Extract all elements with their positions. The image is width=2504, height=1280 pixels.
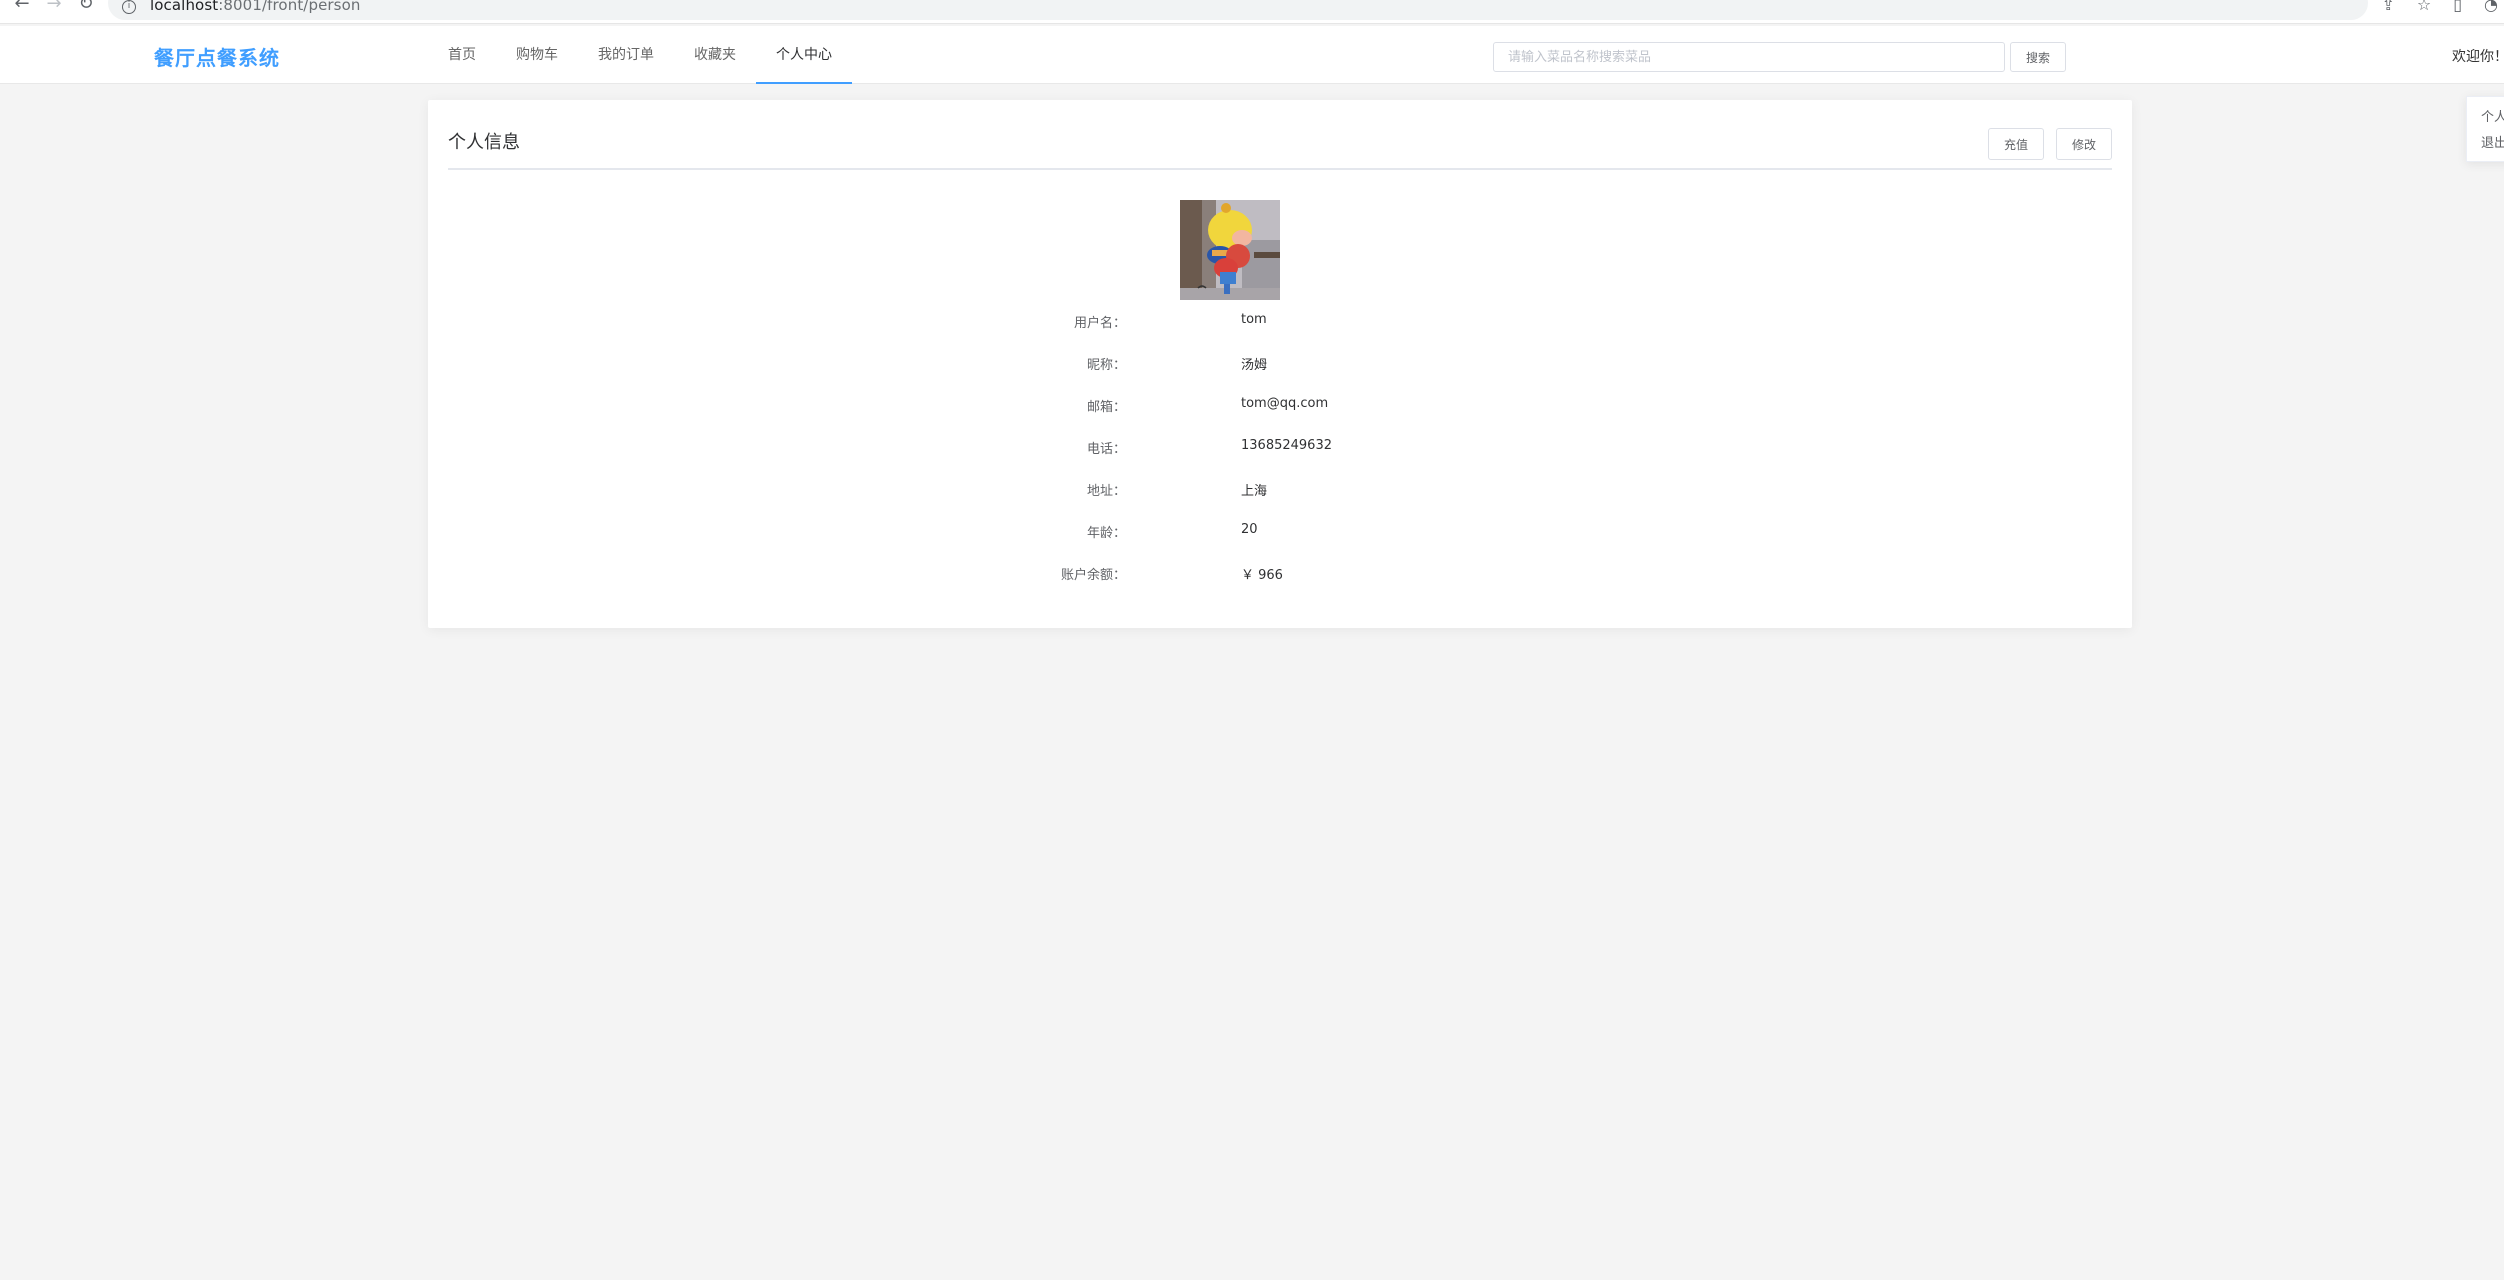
- brand-title[interactable]: 餐厅点餐系统: [154, 42, 280, 71]
- side-panel-icon[interactable]: ▯: [2453, 0, 2462, 13]
- field-value: tom: [1241, 312, 1267, 327]
- field-label: 邮箱：: [1086, 400, 1126, 415]
- field-address: 地址： 上海: [428, 480, 2132, 502]
- card-header: 个人信息 充值 修改: [448, 118, 2112, 170]
- field-value: 汤姆: [1241, 358, 1268, 373]
- field-value: 20: [1241, 522, 1258, 537]
- back-arrow-icon[interactable]: ←: [8, 0, 36, 16]
- dropdown-item-personal[interactable]: 个人: [2481, 105, 2504, 131]
- field-label: 地址：: [1086, 484, 1126, 499]
- site-info-icon[interactable]: i: [122, 0, 136, 14]
- field-phone: 电话： 13685249632: [428, 438, 2132, 460]
- card-title: 个人信息: [448, 132, 520, 153]
- field-balance: 账户余额： ￥ 966: [428, 564, 2132, 586]
- field-value: 13685249632: [1241, 438, 1332, 453]
- nav-item-favorites[interactable]: 收藏夹: [674, 26, 756, 84]
- forward-arrow-icon[interactable]: →: [40, 0, 68, 16]
- app-header: 餐厅点餐系统 首页 购物车 我的订单 收藏夹 个人中心 搜索 欢迎你！: [0, 26, 2504, 84]
- field-value: tom@qq.com: [1241, 396, 1329, 411]
- search-input[interactable]: [1493, 42, 2005, 72]
- user-dropdown: 个人 退出: [2466, 96, 2504, 162]
- nav-item-personal-center[interactable]: 个人中心: [756, 26, 852, 84]
- nav-item-home[interactable]: 首页: [428, 26, 496, 84]
- nav-menu: 首页 购物车 我的订单 收藏夹 个人中心: [428, 26, 852, 84]
- field-label: 电话：: [1086, 442, 1126, 457]
- nav-item-cart[interactable]: 购物车: [496, 26, 578, 84]
- field-email: 邮箱： tom@qq.com: [428, 396, 2132, 418]
- field-label: 账户余额：: [1060, 568, 1126, 583]
- profile-icon[interactable]: ◔: [2484, 0, 2498, 13]
- field-label: 年龄：: [1086, 526, 1126, 541]
- field-age: 年龄： 20: [428, 522, 2132, 544]
- field-nickname: 昵称： 汤姆: [428, 354, 2132, 376]
- field-label: 用户名：: [1073, 316, 1126, 331]
- address-bar[interactable]: i localhost:8001/front/person: [108, 0, 2368, 20]
- personal-info-card: 个人信息 充值 修改 用户名： tom 昵称： 汤姆 邮箱： tom@qq.co…: [428, 100, 2132, 628]
- search-button[interactable]: 搜索: [2010, 42, 2066, 72]
- url-host: localhost: [150, 0, 219, 14]
- dropdown-item-logout[interactable]: 退出: [2481, 131, 2504, 157]
- nav-item-orders[interactable]: 我的订单: [578, 26, 674, 84]
- browser-toolbar: ← → ↻ i localhost:8001/front/person ⇪ ☆ …: [0, 0, 2504, 24]
- field-value: ￥ 966: [1241, 568, 1283, 583]
- welcome-text[interactable]: 欢迎你！: [2452, 46, 2504, 66]
- recharge-button[interactable]: 充值: [1988, 128, 2044, 160]
- bookmark-star-icon[interactable]: ☆: [2417, 0, 2431, 13]
- url-path: :8001/front/person: [218, 0, 361, 14]
- avatar: [1180, 200, 1280, 300]
- field-value: 上海: [1241, 484, 1268, 499]
- field-label: 昵称：: [1086, 358, 1126, 373]
- avatar-cartoon-image: [1180, 200, 1280, 300]
- reload-icon[interactable]: ↻: [72, 0, 100, 16]
- edit-button[interactable]: 修改: [2056, 128, 2112, 160]
- browser-right-icons: ⇪ ☆ ▯ ◔: [2381, 0, 2504, 14]
- url-text: localhost:8001/front/person: [150, 0, 360, 14]
- share-icon[interactable]: ⇪: [2381, 0, 2394, 13]
- field-username: 用户名： tom: [428, 312, 2132, 334]
